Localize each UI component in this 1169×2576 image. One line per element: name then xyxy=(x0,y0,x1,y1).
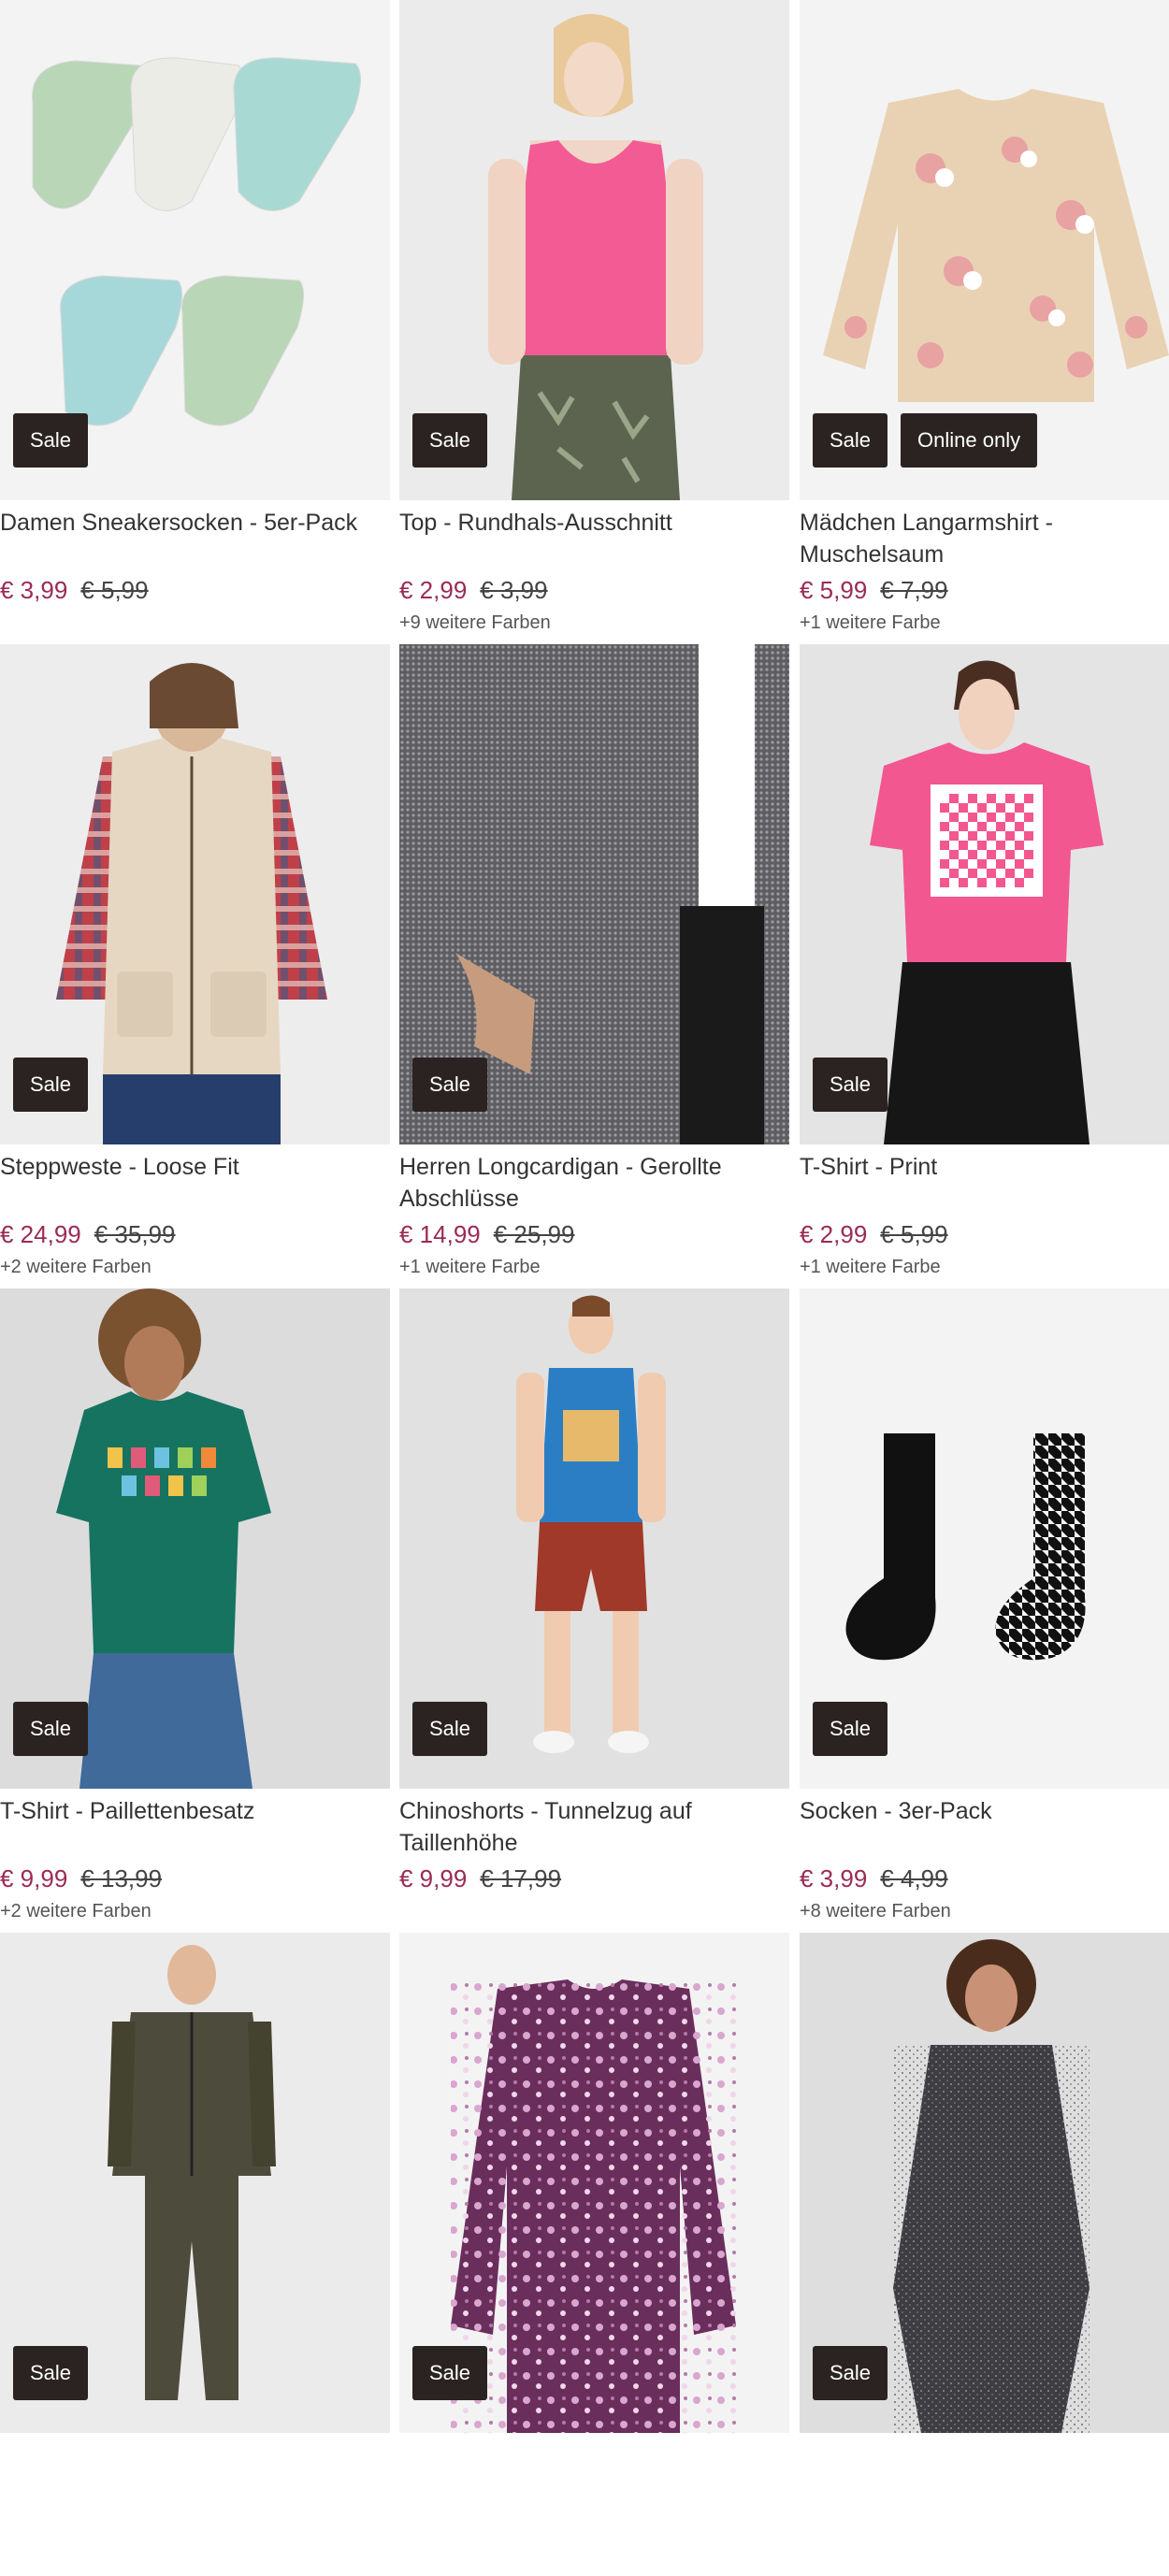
badge-row: Sale xyxy=(813,1058,888,1112)
sale-price: € 2,99 xyxy=(399,576,468,604)
sale-badge: Sale xyxy=(813,413,888,468)
sale-price: € 2,99 xyxy=(800,1220,868,1248)
more-colors-link[interactable]: +9 weitere Farben xyxy=(399,610,551,636)
original-price: € 5,99 xyxy=(80,576,149,604)
price-row: € 3,99 € 4,99 xyxy=(800,1863,948,1894)
price-row: € 2,99 € 5,99 xyxy=(800,1218,948,1250)
product-image[interactable]: Sale xyxy=(399,644,789,1144)
product-card[interactable]: Sale Online only Mädchen Langarmshirt - Mu… xyxy=(800,0,1169,643)
product-image[interactable]: Sale Online only xyxy=(800,0,1169,500)
product-card[interactable]: Sale Herren Longcardigan - Gerollte Absch… xyxy=(399,644,789,1288)
product-image[interactable]: Sale xyxy=(0,1288,390,1789)
badge-row: Sale xyxy=(412,2346,488,2400)
badge-row: Sale xyxy=(13,413,89,468)
product-card[interactable]: Sale Top - Rundhals-Ausschnitt € 2,99 € 3,9… xyxy=(399,0,789,643)
product-card[interactable]: Sale Chinoshorts - Tunnelzug auf Taillenh… xyxy=(399,1288,789,1932)
sale-price: € 9,99 xyxy=(399,1864,468,1892)
original-price: € 3,99 xyxy=(480,576,548,604)
product-title[interactable]: Steppweste - Loose Fit xyxy=(0,1151,385,1183)
sale-badge: Sale xyxy=(813,1702,888,1756)
badge-row: Sale xyxy=(13,1702,89,1756)
sale-price: € 3,99 xyxy=(800,1864,868,1892)
price-row: € 2,99 € 3,99 xyxy=(399,574,548,606)
product-title[interactable]: T-Shirt - Paillettenbesatz xyxy=(0,1795,385,1827)
product-card[interactable]: Sale xyxy=(399,1933,789,2576)
sale-price: € 5,99 xyxy=(800,576,868,604)
sale-badge: Sale xyxy=(813,2346,888,2400)
product-title[interactable]: Chinoshorts - Tunnelzug auf Taillenhöhe xyxy=(399,1795,785,1859)
product-image[interactable]: Sale xyxy=(399,0,789,500)
badge-row: Sale xyxy=(13,1058,89,1112)
sale-price: € 24,99 xyxy=(0,1220,81,1248)
badge-row: Sale xyxy=(813,1702,888,1756)
online-only-badge: Online only xyxy=(901,413,1038,468)
original-price: € 25,99 xyxy=(493,1220,575,1248)
product-image[interactable]: Sale xyxy=(0,1933,390,2433)
product-card[interactable]: Sale T-Shirt - Print € 2,99 € 5,99 +1 weiter… xyxy=(800,644,1169,1288)
price-row: € 24,99 € 35,99 xyxy=(0,1218,176,1250)
original-price: € 13,99 xyxy=(80,1864,163,1892)
sale-badge: Sale xyxy=(412,1058,488,1112)
badge-row: Sale xyxy=(813,2346,888,2400)
product-title[interactable]: Damen Sneakersocken - 5er-Pack xyxy=(0,507,385,539)
product-card[interactable]: Sale xyxy=(800,1933,1169,2576)
sale-badge: Sale xyxy=(412,2346,488,2400)
price-row: € 9,99 € 13,99 xyxy=(0,1863,162,1894)
more-colors-link[interactable]: +2 weitere Farben xyxy=(0,1254,152,1280)
product-title[interactable]: T-Shirt - Print xyxy=(800,1151,1169,1183)
product-title[interactable]: Top - Rundhals-Ausschnitt xyxy=(399,507,785,539)
original-price: € 5,99 xyxy=(880,1220,948,1248)
more-colors-link[interactable]: +1 weitere Farbe xyxy=(800,1254,941,1280)
sale-price: € 14,99 xyxy=(399,1220,481,1248)
product-image[interactable]: Sale xyxy=(800,644,1169,1144)
product-image[interactable]: Sale xyxy=(800,1288,1169,1789)
sale-badge: Sale xyxy=(13,1702,89,1756)
price-row: € 14,99 € 25,99 xyxy=(399,1218,575,1250)
more-colors-link[interactable]: +1 weitere Farbe xyxy=(800,610,941,636)
product-card[interactable]: Sale T-Shirt - Paillettenbesatz € 9,99 € 13… xyxy=(0,1288,390,1932)
sale-badge: Sale xyxy=(13,2346,89,2400)
product-card[interactable]: Sale xyxy=(0,1933,390,2576)
original-price: € 17,99 xyxy=(480,1864,562,1892)
sale-badge: Sale xyxy=(13,413,89,468)
sale-badge: Sale xyxy=(412,1702,488,1756)
product-title[interactable]: Mädchen Langarmshirt - Muschelsaum xyxy=(800,507,1169,570)
badge-row: Sale xyxy=(13,2346,89,2400)
badge-row: Sale xyxy=(412,1702,488,1756)
original-price: € 35,99 xyxy=(94,1220,176,1248)
more-colors-link[interactable]: +8 weitere Farben xyxy=(800,1898,951,1924)
product-card[interactable]: Sale Damen Sneakersocken - 5er-Pack € 3,99… xyxy=(0,0,390,643)
price-row: € 9,99 € 17,99 xyxy=(399,1863,561,1894)
product-image[interactable]: Sale xyxy=(399,1288,789,1789)
product-title[interactable]: Herren Longcardigan - Gerollte Abschlüss… xyxy=(399,1151,785,1215)
product-image[interactable]: Sale xyxy=(0,0,390,500)
sale-badge: Sale xyxy=(13,1058,89,1112)
more-colors-link[interactable]: +2 weitere Farben xyxy=(0,1898,152,1924)
badge-row: Sale Online only xyxy=(813,413,1038,468)
sale-badge: Sale xyxy=(813,1058,888,1112)
product-card[interactable]: Sale Steppweste - Loose Fit € 24,99 € 35,99… xyxy=(0,644,390,1288)
more-colors-link[interactable]: +1 weitere Farbe xyxy=(399,1254,541,1280)
original-price: € 4,99 xyxy=(880,1864,948,1892)
product-image[interactable]: Sale xyxy=(0,644,390,1144)
badge-row: Sale xyxy=(412,1058,488,1112)
original-price: € 7,99 xyxy=(880,576,948,604)
price-row: € 5,99 € 7,99 xyxy=(800,574,948,606)
product-image[interactable]: Sale xyxy=(399,1933,789,2433)
product-image[interactable]: Sale xyxy=(800,1933,1169,2433)
product-title[interactable]: Socken - 3er-Pack xyxy=(800,1795,1169,1827)
sale-price: € 3,99 xyxy=(0,576,68,604)
product-card[interactable]: Sale Socken - 3er-Pack € 3,99 € 4,99 +8 weit… xyxy=(800,1288,1169,1932)
sale-badge: Sale xyxy=(412,413,488,468)
sale-price: € 9,99 xyxy=(0,1864,68,1892)
badge-row: Sale xyxy=(412,413,488,468)
price-row: € 3,99 € 5,99 xyxy=(0,574,149,606)
